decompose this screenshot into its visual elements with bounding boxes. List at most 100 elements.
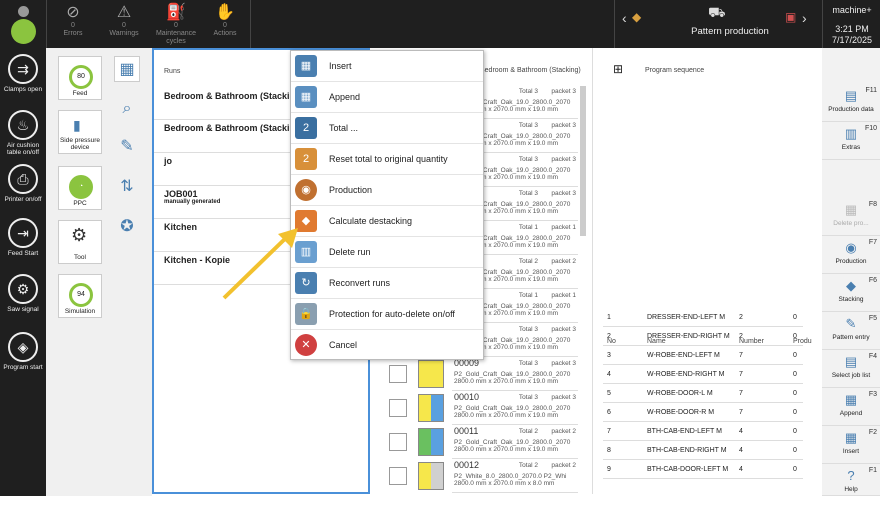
- production-data-button[interactable]: F11 ▤ Production data: [822, 84, 880, 122]
- packet-row[interactable]: 00011 Total 2 packet 2 P2_Gold_Craft_Oak_19…: [452, 426, 578, 459]
- printer-icon: ⎙: [8, 164, 38, 194]
- packet-thumbnail: [418, 394, 444, 422]
- edit-pattern-icon[interactable]: ✎: [114, 134, 140, 160]
- air-cushion-icon: ♨: [8, 110, 38, 140]
- pressure-icon: ▮: [73, 117, 81, 133]
- label-icon: ▣: [785, 10, 797, 24]
- feed-gauge: 80: [69, 65, 93, 89]
- sequence-row[interactable]: 8 BTH-CAB-END-RIGHT M40: [603, 441, 803, 460]
- hc-logo: HC: [8, 504, 40, 529]
- extras-button[interactable]: F10 ▥ Extras: [822, 122, 880, 160]
- search-pattern-icon[interactable]: ⌕: [114, 96, 140, 122]
- append-icon: ▦: [295, 86, 317, 108]
- context-menu: ▦ Insert ▦ Append 2 Total ... 2 Reset total …: [290, 50, 484, 360]
- reset-counter-icon: 2: [295, 148, 317, 170]
- feed-start-button[interactable]: ⇥ Feed Start: [0, 218, 46, 257]
- error-icon: ⊘: [66, 4, 80, 21]
- sequence-row[interactable]: 1 DRESSER-END-LEFT M20: [603, 308, 803, 327]
- clamp-icon: ⇉: [8, 54, 38, 84]
- sequence-row[interactable]: 5 W-ROBE-DOOR-L M70: [603, 384, 803, 403]
- pattern-icon[interactable]: ▦: [114, 56, 140, 82]
- menu-protection[interactable]: 🔒 Protection for auto-delete on/off: [291, 299, 483, 330]
- packet-thumbnail: [418, 428, 444, 456]
- optimize-icon[interactable]: ✪: [114, 214, 140, 240]
- menu-reset-total[interactable]: 2 Reset total to original quantity: [291, 144, 483, 175]
- packets-scrollbar[interactable]: [580, 86, 586, 236]
- saw-signal-button[interactable]: ⚙ Saw signal: [0, 274, 46, 313]
- menu-reconvert-runs[interactable]: ↻ Reconvert runs: [291, 268, 483, 299]
- delete-production-button[interactable]: F8 ▦ Delete pro...: [822, 198, 880, 236]
- pattern-entry-icon: ✎: [845, 316, 857, 331]
- counter-icon: 2: [295, 117, 317, 139]
- sequence-row[interactable]: 3 W-ROBE-END-LEFT M70: [603, 346, 803, 365]
- pattern-entry-button[interactable]: F5 ✎ Pattern entry: [822, 312, 880, 350]
- side-pressure-tile[interactable]: ▮ Side pressure device: [58, 110, 102, 154]
- sequence-row[interactable]: 4 W-ROBE-END-RIGHT M70: [603, 365, 803, 384]
- air-cushion-button[interactable]: ♨ Air cushion table on/off: [0, 110, 46, 156]
- runs-header: Runs: [164, 68, 181, 75]
- insert-button[interactable]: F2 ▦ Insert: [822, 426, 880, 464]
- packet-thumbnail: [418, 360, 444, 388]
- menu-production[interactable]: ◉ Production: [291, 175, 483, 206]
- insert-icon: ▦: [844, 430, 858, 445]
- errors-indicator[interactable]: ⊘ 0 Errors: [47, 4, 99, 38]
- job-list-icon: ▤: [844, 354, 858, 369]
- feed-start-icon: ⇥: [8, 218, 38, 248]
- packet-checkbox[interactable]: [389, 399, 407, 417]
- warning-icon: ⚠: [116, 4, 132, 21]
- menu-cancel[interactable]: ✕ Cancel: [291, 330, 483, 361]
- clamps-open-button[interactable]: ⇉ Clamps open: [0, 54, 46, 93]
- packet-row[interactable]: 00010 Total 3 packet 3 P2_Gold_Craft_Oak_19…: [452, 392, 578, 425]
- sequence-icon: ⊞: [613, 62, 624, 76]
- menu-insert[interactable]: ▦ Insert: [291, 51, 483, 82]
- packet-thumbnail: [418, 462, 444, 490]
- warnings-indicator[interactable]: ⚠ 0 Warnings: [98, 4, 150, 38]
- program-start-button[interactable]: ◈ Program start: [0, 332, 46, 371]
- simulation-tile[interactable]: 94 Simulation: [58, 274, 102, 318]
- tool-panel: 80 Feed ▮ Side pressure device ◔ PPC ⚙ T…: [46, 48, 152, 496]
- append-button[interactable]: F3 ▦ Append: [822, 388, 880, 426]
- next-arrow-icon[interactable]: ›: [802, 10, 807, 26]
- packet-checkbox[interactable]: [389, 433, 407, 451]
- delete-icon: ▦: [844, 202, 858, 217]
- sequence-row[interactable]: 9 BTH-CAB-DOOR-LEFT M40: [603, 460, 803, 479]
- help-button[interactable]: F1? Help: [822, 464, 880, 496]
- menu-append[interactable]: ▦ Append: [291, 82, 483, 113]
- printer-button[interactable]: ⎙ Printer on/off: [0, 164, 46, 203]
- sequence-row[interactable]: 2 DRESSER-END-RIGHT M20: [603, 327, 803, 346]
- production-icon: ◉: [295, 179, 317, 201]
- sequence-panel: ⊞ Program sequence No Name Number Produ …: [592, 48, 822, 494]
- ppc-tile[interactable]: ◔ PPC: [58, 166, 102, 210]
- annotation-arrow-icon: [222, 228, 298, 300]
- actions-indicator[interactable]: ✋ 0 Actions: [199, 4, 251, 38]
- menu-total[interactable]: 2 Total ...: [291, 113, 483, 144]
- stacking-icon: ◆: [632, 10, 642, 24]
- program-start-icon: ◈: [8, 332, 38, 362]
- append-icon: ▦: [844, 392, 858, 407]
- stacking-button[interactable]: F6 ◆ Stacking: [822, 274, 880, 312]
- sequence-row[interactable]: 7 BTH-CAB-END-LEFT M40: [603, 422, 803, 441]
- packet-row[interactable]: 00012 Total 2 packet 2 P2_White_8.0_2800.0_…: [452, 460, 578, 493]
- ppc-icon: ◔: [69, 175, 93, 199]
- top-bar: ⊘ 0 Errors ⚠ 0 Warnings ⛽ 0 Maintenance …: [0, 0, 880, 48]
- maintenance-indicator[interactable]: ⛽ 0 Maintenance cycles: [150, 4, 202, 46]
- select-job-list-button[interactable]: F4 ▤ Select job list: [822, 350, 880, 388]
- saw-icon: ⛟: [708, 4, 726, 20]
- packet-checkbox[interactable]: [389, 467, 407, 485]
- packet-checkbox[interactable]: [389, 365, 407, 383]
- function-sidebar: ⇉ Clamps open ♨ Air cushion table on/off…: [0, 48, 46, 529]
- right-function-bar: F11 ▤ Production data F10 ▥ Extras F8 ▦ Delete…: [822, 48, 880, 496]
- menu-delete-run[interactable]: ▥ Delete run: [291, 237, 483, 268]
- status-light-icon: [10, 6, 37, 44]
- prev-arrow-icon[interactable]: ‹: [622, 10, 627, 26]
- packet-row[interactable]: 00009 Total 3 packet 3 P2_Gold_Craft_Oak_19…: [452, 358, 578, 391]
- sort-icon[interactable]: ⇅: [114, 174, 140, 200]
- feed-tile[interactable]: 80 Feed: [58, 56, 102, 100]
- sequence-row[interactable]: 6 W-ROBE-DOOR-R M70: [603, 403, 803, 422]
- production-button[interactable]: F7 ◉ Production: [822, 236, 880, 274]
- packets-header: Bedroom & Bathroom (Stacking): [480, 67, 581, 74]
- simulation-gauge: 94: [69, 283, 93, 307]
- tool-tile[interactable]: ⚙ Tool: [58, 220, 102, 264]
- menu-calculate-destacking[interactable]: ◆ Calculate destacking: [291, 206, 483, 237]
- hand-icon: ✋: [215, 4, 235, 21]
